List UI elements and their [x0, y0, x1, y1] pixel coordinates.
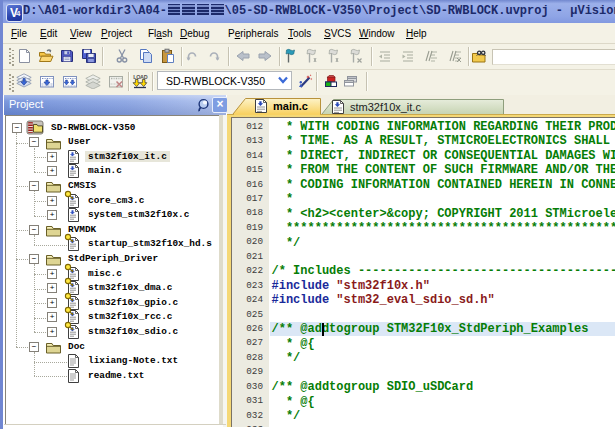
svg-text:LOAD: LOAD	[133, 74, 147, 80]
